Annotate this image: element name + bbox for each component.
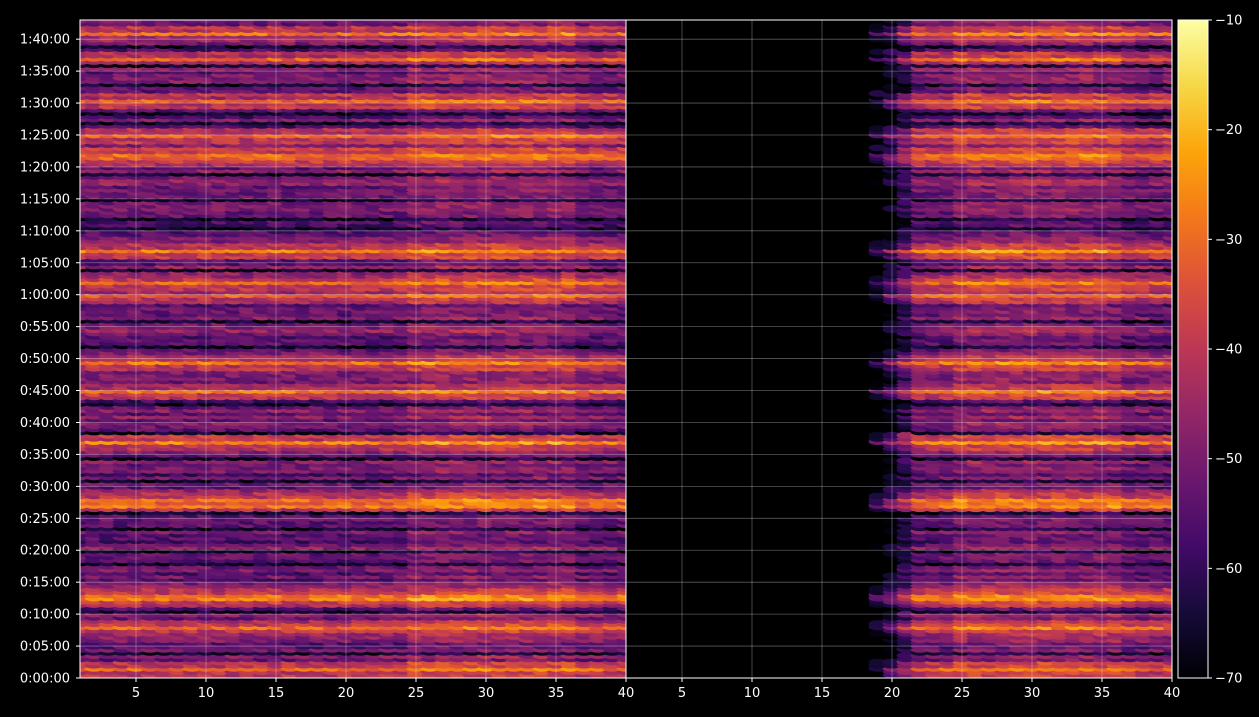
left-panel-heatmap: [80, 20, 626, 678]
heatmap-figure: 0:00:000:05:000:10:000:15:000:20:000:25:…: [20, 14, 1243, 702]
